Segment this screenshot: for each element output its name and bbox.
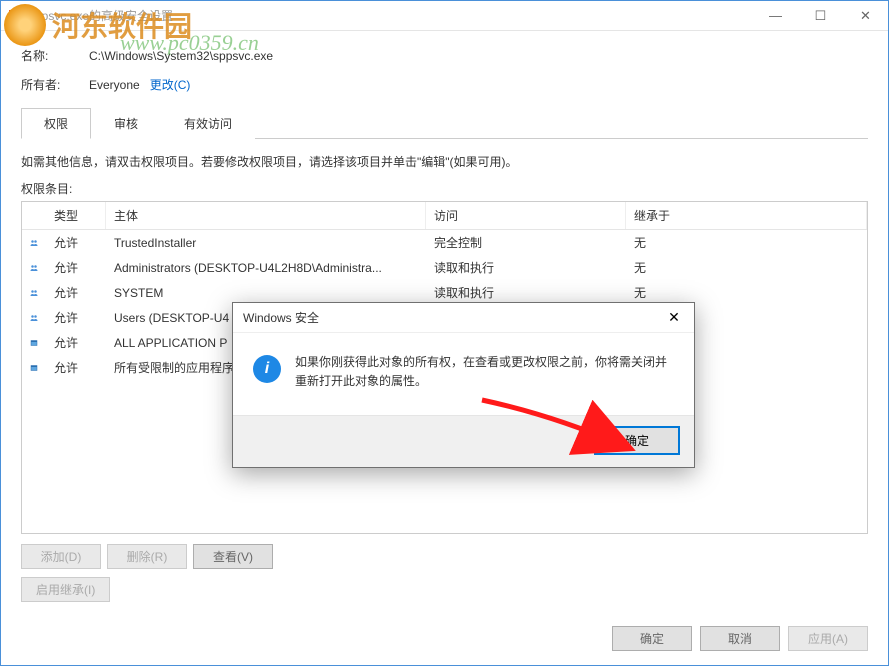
info-icon: i bbox=[253, 355, 281, 383]
cell-type: 允许 bbox=[46, 282, 106, 303]
modal-text: 如果你刚获得此对象的所有权，在查看或更改权限之前，你将需关闭并重新打开此对象的属… bbox=[295, 353, 672, 391]
permissions-header: 类型 主体 访问 继承于 bbox=[22, 202, 867, 230]
system-buttons: — ☐ ✕ bbox=[753, 1, 888, 30]
package-icon bbox=[22, 337, 46, 349]
table-row[interactable]: 允许 TrustedInstaller 完全控制 无 bbox=[22, 230, 867, 255]
cell-type: 允许 bbox=[46, 257, 106, 278]
cell-principal: SYSTEM bbox=[106, 284, 426, 302]
tabs: 权限 审核 有效访问 bbox=[21, 107, 868, 139]
modal-footer: 确定 bbox=[233, 415, 694, 467]
name-value: C:\Windows\System32\sppsvc.exe bbox=[89, 49, 273, 63]
owner-value: Everyone bbox=[89, 78, 140, 92]
modal-titlebar: Windows 安全 ✕ bbox=[233, 303, 694, 333]
cell-type: 允许 bbox=[46, 332, 106, 353]
col-type[interactable]: 类型 bbox=[46, 202, 106, 229]
ok-button[interactable]: 确定 bbox=[612, 626, 692, 651]
modal-close-button[interactable]: ✕ bbox=[654, 303, 694, 332]
add-button[interactable]: 添加(D) bbox=[21, 544, 101, 569]
table-row[interactable]: 允许 Administrators (DESKTOP-U4L2H8D\Admin… bbox=[22, 255, 867, 280]
cell-inherit: 无 bbox=[626, 232, 867, 253]
group-icon bbox=[22, 287, 46, 299]
owner-label: 所有者: bbox=[21, 76, 89, 93]
col-principal[interactable]: 主体 bbox=[106, 202, 426, 229]
apply-button[interactable]: 应用(A) bbox=[788, 626, 868, 651]
minimize-button[interactable]: — bbox=[753, 1, 798, 30]
cell-principal: TrustedInstaller bbox=[106, 234, 426, 252]
cell-type: 允许 bbox=[46, 357, 106, 378]
help-text: 如需其他信息，请双击权限项目。若要修改权限项目，请选择该项目并单击"编辑"(如果… bbox=[21, 153, 868, 170]
modal-body: i 如果你刚获得此对象的所有权，在查看或更改权限之前，你将需关闭并重新打开此对象… bbox=[233, 333, 694, 415]
titlebar: sppsvc.exe的高级安全设置 — ☐ ✕ bbox=[1, 1, 888, 31]
action-buttons-row: 添加(D) 删除(R) 查看(V) bbox=[21, 544, 868, 569]
cell-inherit: 无 bbox=[626, 257, 867, 278]
inherit-row: 启用继承(I) bbox=[21, 577, 868, 602]
cell-type: 允许 bbox=[46, 232, 106, 253]
name-label: 名称: bbox=[21, 47, 89, 64]
cell-inherit: 无 bbox=[626, 282, 867, 303]
cell-access: 完全控制 bbox=[426, 232, 626, 253]
maximize-button[interactable]: ☐ bbox=[798, 1, 843, 30]
window-title: sppsvc.exe的高级安全设置 bbox=[29, 7, 753, 24]
change-owner-link[interactable]: 更改(C) bbox=[150, 76, 191, 93]
group-icon bbox=[22, 237, 46, 249]
close-button[interactable]: ✕ bbox=[843, 1, 888, 30]
dialog-buttons: 确定 取消 应用(A) bbox=[1, 618, 888, 665]
owner-row: 所有者: Everyone 更改(C) bbox=[21, 70, 868, 99]
col-access[interactable]: 访问 bbox=[426, 202, 626, 229]
permissions-label: 权限条目: bbox=[21, 180, 868, 197]
cell-access: 读取和执行 bbox=[426, 257, 626, 278]
window-icon bbox=[7, 8, 23, 24]
tab-auditing[interactable]: 审核 bbox=[91, 108, 161, 139]
security-modal: Windows 安全 ✕ i 如果你刚获得此对象的所有权，在查看或更改权限之前，… bbox=[232, 302, 695, 468]
cell-type: 允许 bbox=[46, 307, 106, 328]
group-icon bbox=[22, 262, 46, 274]
cell-access: 读取和执行 bbox=[426, 282, 626, 303]
group-icon bbox=[22, 312, 46, 324]
cell-principal: Administrators (DESKTOP-U4L2H8D\Administ… bbox=[106, 259, 426, 277]
remove-button[interactable]: 删除(R) bbox=[107, 544, 187, 569]
package-icon bbox=[22, 362, 46, 374]
col-inherit[interactable]: 继承于 bbox=[626, 202, 867, 229]
tab-permissions[interactable]: 权限 bbox=[21, 108, 91, 139]
cancel-button[interactable]: 取消 bbox=[700, 626, 780, 651]
tab-effective[interactable]: 有效访问 bbox=[161, 108, 255, 139]
name-row: 名称: C:\Windows\System32\sppsvc.exe bbox=[21, 41, 868, 70]
modal-ok-button[interactable]: 确定 bbox=[594, 426, 680, 455]
modal-title: Windows 安全 bbox=[243, 309, 654, 326]
enable-inherit-button[interactable]: 启用继承(I) bbox=[21, 577, 110, 602]
view-button[interactable]: 查看(V) bbox=[193, 544, 273, 569]
